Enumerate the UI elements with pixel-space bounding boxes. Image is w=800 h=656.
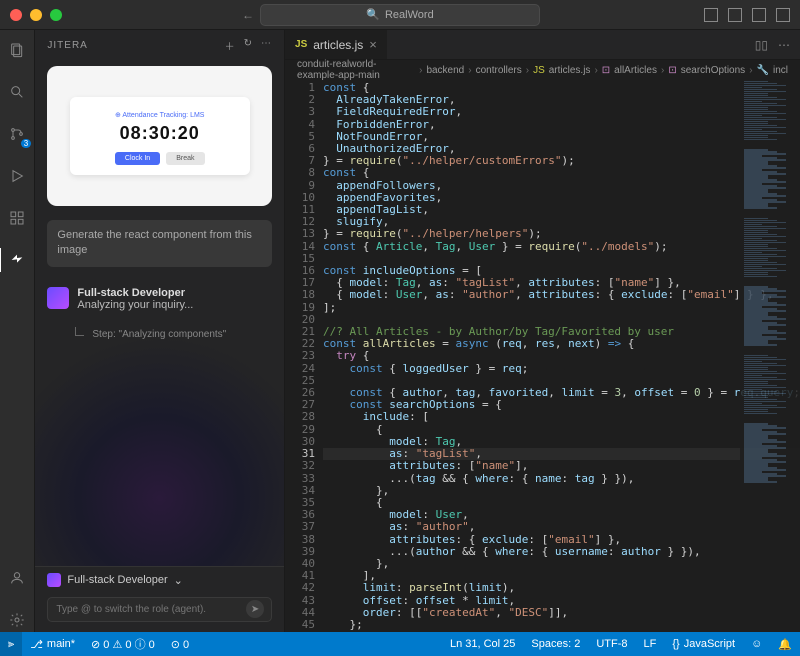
- layout-secondary-icon[interactable]: [752, 8, 766, 22]
- branch-indicator[interactable]: ⎇ main*: [22, 632, 83, 656]
- statusbar: ⫸ ⎇ main* ⊘ 0 ⚠ 0 ⓘ 0 ⊙ 0 Ln 31, Col 25 …: [0, 632, 800, 656]
- cursor-position[interactable]: Ln 31, Col 25: [442, 638, 523, 650]
- titlebar: ← → 🔍 RealWord: [0, 0, 800, 30]
- new-chat-icon[interactable]: ＋: [225, 38, 236, 53]
- role-label: Full-stack Developer: [67, 574, 167, 586]
- window-controls: [10, 9, 62, 21]
- role-selector[interactable]: Full-stack Developer ⌄: [35, 567, 284, 593]
- editor-area: JS articles.js × ▯▯ ⋯ conduit-realworld-…: [285, 30, 800, 632]
- preview-inner: ⊕ Attendance Tracking: LMS 08:30:20 Cloc…: [70, 97, 250, 175]
- agent-avatar-icon: [47, 287, 69, 309]
- history-icon[interactable]: ↻: [244, 38, 253, 53]
- indentation-indicator[interactable]: Spaces: 2: [523, 638, 588, 650]
- chat-bottom: Full-stack Developer ⌄ ➤: [35, 566, 284, 632]
- agent-status: Analyzing your inquiry...: [77, 299, 193, 311]
- search-text: RealWord: [385, 9, 434, 21]
- close-tab-icon[interactable]: ×: [369, 37, 377, 52]
- code-content[interactable]: const { AlreadyTakenError, FieldRequired…: [323, 80, 800, 632]
- eol-indicator[interactable]: LF: [636, 638, 665, 650]
- role-avatar-icon: [47, 573, 61, 587]
- js-file-icon: JS: [295, 39, 307, 50]
- minimize-window-icon[interactable]: [30, 9, 42, 21]
- layout-controls: [704, 8, 790, 22]
- jitera-extension-icon[interactable]: [5, 248, 29, 272]
- tab-articles-js[interactable]: JS articles.js ×: [285, 30, 388, 59]
- main-content: 3 JITERA ＋ ↻ ⋯ ⊕ Attendance Tracking: LM…: [0, 30, 800, 632]
- code-editor[interactable]: 1234567891011121314151617181920212223242…: [285, 80, 800, 632]
- sidebar-title: JITERA: [47, 40, 87, 51]
- close-window-icon[interactable]: [10, 9, 22, 21]
- more-icon[interactable]: ⋯: [261, 38, 272, 53]
- source-control-icon[interactable]: 3: [5, 122, 29, 146]
- accounts-icon[interactable]: [5, 566, 29, 590]
- run-debug-icon[interactable]: [5, 164, 29, 188]
- chat-input[interactable]: [47, 597, 272, 622]
- breadcrumb[interactable]: conduit-realworld-example-app-main› back…: [285, 60, 800, 80]
- ports-indicator[interactable]: ⊙ 0: [163, 632, 197, 656]
- feedback-icon[interactable]: ☺: [743, 638, 770, 650]
- send-button[interactable]: ➤: [246, 600, 264, 618]
- sidebar-header: JITERA ＋ ↻ ⋯: [35, 30, 284, 60]
- tab-label: articles.js: [313, 38, 363, 52]
- image-preview-card: ⊕ Attendance Tracking: LMS 08:30:20 Cloc…: [47, 66, 272, 206]
- explorer-icon[interactable]: [5, 38, 29, 62]
- command-center-search[interactable]: 🔍 RealWord: [260, 4, 540, 26]
- search-icon[interactable]: [5, 80, 29, 104]
- preview-time: 08:30:20: [80, 123, 240, 144]
- layout-panel-icon[interactable]: [728, 8, 742, 22]
- agent-name: Full-stack Developer: [77, 287, 193, 299]
- nav-back-icon[interactable]: ←: [242, 8, 254, 22]
- problems-indicator[interactable]: ⊘ 0 ⚠ 0 ⓘ 0: [83, 632, 163, 656]
- preview-break-button: Break: [166, 152, 204, 165]
- language-mode[interactable]: {} JavaScript: [664, 638, 743, 650]
- user-prompt-message: Generate the react component from this i…: [47, 220, 272, 267]
- chevron-down-icon: ⌄: [174, 574, 183, 587]
- agent-response-block: Full-stack Developer Analyzing your inqu…: [47, 287, 272, 311]
- layout-custom-icon[interactable]: [776, 8, 790, 22]
- line-gutter: 1234567891011121314151617181920212223242…: [285, 80, 323, 632]
- settings-gear-icon[interactable]: [5, 608, 29, 632]
- search-icon: 🔍: [366, 8, 380, 21]
- editor-tabs: JS articles.js × ▯▯ ⋯: [285, 30, 800, 60]
- preview-label: ⊕ Attendance Tracking: LMS: [80, 111, 240, 119]
- extensions-icon[interactable]: [5, 206, 29, 230]
- minimap[interactable]: [740, 80, 800, 632]
- encoding-indicator[interactable]: UTF-8: [588, 638, 635, 650]
- split-editor-icon[interactable]: ▯▯: [755, 38, 768, 52]
- agent-step: Step: "Analyzing components": [75, 329, 272, 340]
- jitera-sidebar: JITERA ＋ ↻ ⋯ ⊕ Attendance Tracking: LMS …: [35, 30, 285, 632]
- layout-primary-icon[interactable]: [704, 8, 718, 22]
- maximize-window-icon[interactable]: [50, 9, 62, 21]
- preview-clock-in-button: Clock In: [115, 152, 160, 165]
- activity-bar: 3: [0, 30, 35, 632]
- notifications-icon[interactable]: 🔔: [770, 638, 800, 651]
- tab-more-icon[interactable]: ⋯: [778, 38, 790, 52]
- remote-indicator[interactable]: ⫸: [0, 632, 22, 656]
- sidebar-fill: [35, 340, 284, 566]
